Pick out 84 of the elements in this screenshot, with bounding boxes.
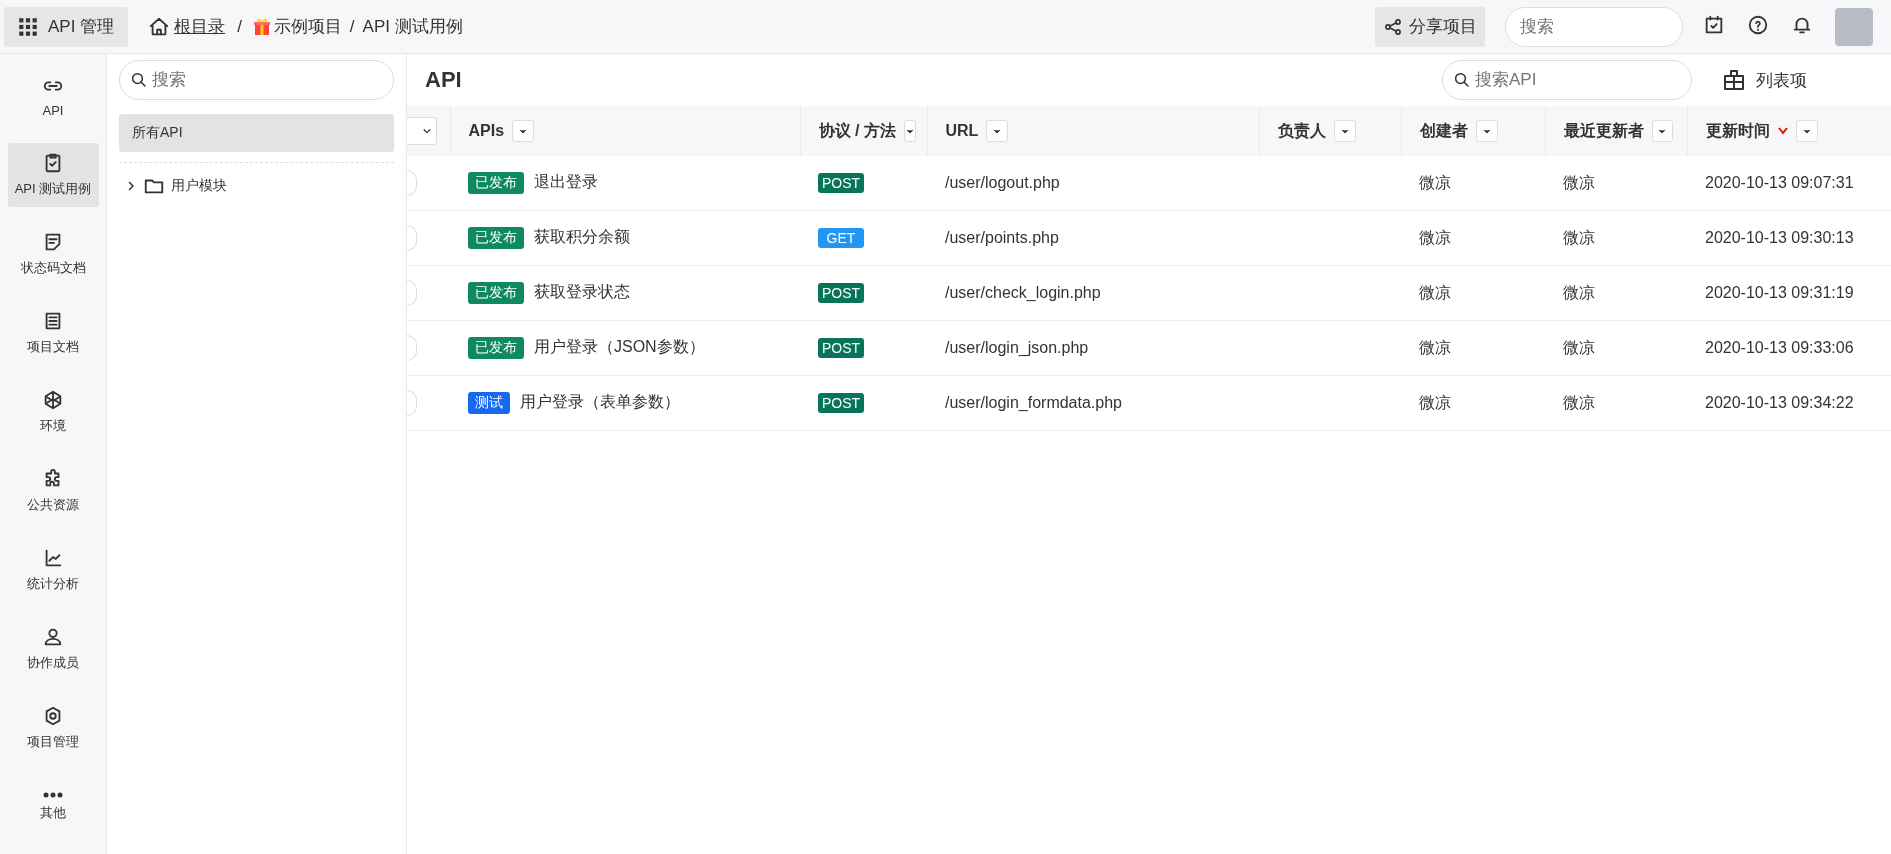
url-cell: /user/logout.php xyxy=(927,156,1259,211)
updater-cell: 微凉 xyxy=(1545,375,1687,431)
api-name-cell: 已发布 退出登录 xyxy=(450,156,800,211)
breadcrumb-separator: / xyxy=(349,16,355,37)
column-header[interactable]: URL xyxy=(927,106,1259,156)
method-tag: POST xyxy=(818,393,864,413)
tree-search-field[interactable]: 搜索 xyxy=(119,60,394,100)
updater-cell: 微凉 xyxy=(1545,210,1687,266)
column-header[interactable]: 负责人 xyxy=(1259,106,1401,156)
column-menu-button[interactable] xyxy=(1333,120,1356,142)
column-menu-button[interactable] xyxy=(512,120,535,142)
table-columns-icon xyxy=(1722,68,1746,92)
user-icon xyxy=(42,626,64,648)
url-cell: /user/points.php xyxy=(927,210,1259,266)
nav-item[interactable]: 项目文档 xyxy=(7,301,99,365)
updater-cell: 微凉 xyxy=(1545,265,1687,321)
updater-cell: 微凉 xyxy=(1545,156,1687,211)
nav-item[interactable]: 项目管理 xyxy=(7,696,99,760)
chevron-down-icon xyxy=(422,126,432,136)
api-name-cell: 已发布 获取登录状态 xyxy=(450,265,800,321)
grid-icon xyxy=(18,16,38,37)
help-icon xyxy=(1747,13,1769,36)
status-tag: 已发布 xyxy=(468,227,524,249)
status-tag: 已发布 xyxy=(468,172,524,194)
column-menu-button[interactable] xyxy=(1651,120,1673,142)
column-menu-button[interactable] xyxy=(903,120,916,142)
creator-cell: 微凉 xyxy=(1401,320,1545,376)
search-field[interactable]: 搜索 xyxy=(1505,6,1683,47)
column-header[interactable]: 创建者 xyxy=(1401,106,1545,156)
nav-item[interactable]: 协作成员 xyxy=(7,617,99,681)
share-button[interactable]: 分享项目 xyxy=(1375,6,1485,47)
more-icon xyxy=(43,792,63,798)
updated-time-cell: 2020-10-13 09:34:22 xyxy=(1687,375,1891,431)
url-cell: /user/check_login.php xyxy=(927,265,1259,321)
api-name-cell: 已发布 用户登录（JSON参数） xyxy=(450,320,800,376)
nav-item[interactable]: 公共资源 xyxy=(7,459,99,523)
column-header[interactable]: 更新时间 xyxy=(1687,106,1891,156)
method-tag: POST xyxy=(818,338,864,358)
column-header[interactable]: 最近更新者 xyxy=(1545,106,1687,156)
status-tag: 已发布 xyxy=(468,337,524,359)
app-menu-button[interactable]: API 管理 xyxy=(4,6,129,47)
calendar-check-icon xyxy=(1703,13,1725,36)
nav-item[interactable]: API xyxy=(7,64,99,128)
method-tag: POST xyxy=(818,173,864,193)
columns-button[interactable]: 列表项 xyxy=(1716,67,1813,93)
cube-icon xyxy=(42,389,64,411)
updated-time-cell: 2020-10-13 09:07:31 xyxy=(1687,156,1891,211)
tree-item[interactable]: 所有API xyxy=(119,114,394,152)
column-header[interactable]: APIs xyxy=(450,106,800,156)
api-name-cell: 测试 用户登录（表单参数） xyxy=(450,375,800,431)
column-menu-button[interactable] xyxy=(1795,120,1818,142)
nav-item[interactable]: API 测试用例 xyxy=(7,143,99,207)
breadcrumb-link[interactable]: 根目录 xyxy=(148,15,226,38)
url-cell: /user/login_json.php xyxy=(927,320,1259,376)
breadcrumb-link[interactable]: API 测试用例 xyxy=(362,15,463,38)
updated-time-cell: 2020-10-13 09:31:19 xyxy=(1687,265,1891,321)
column-menu-button[interactable] xyxy=(986,120,1009,142)
nav-item[interactable]: 状态码文档 xyxy=(7,222,99,286)
column-menu-button[interactable] xyxy=(1475,120,1498,142)
nav-item[interactable]: 统计分析 xyxy=(7,538,99,602)
method-tag: POST xyxy=(818,283,864,303)
nav-item[interactable]: 环境 xyxy=(7,380,99,444)
updated-time-cell: 2020-10-13 09:30:13 xyxy=(1687,210,1891,266)
api-search-field[interactable]: 搜索API xyxy=(1442,60,1692,100)
creator-cell: 微凉 xyxy=(1401,375,1545,431)
status-tag: 测试 xyxy=(468,392,510,414)
creator-cell: 微凉 xyxy=(1401,156,1545,211)
api-name-cell: 已发布 获取积分余额 xyxy=(450,210,800,266)
gift-icon xyxy=(253,17,270,36)
share-icon xyxy=(1383,16,1403,37)
method-tag: GET xyxy=(818,228,864,248)
breadcrumb-link[interactable]: 示例项目 xyxy=(253,15,342,38)
breadcrumb-separator: / xyxy=(237,16,242,37)
column-header[interactable]: 协议 / 方法 xyxy=(800,106,927,156)
creator-cell: 微凉 xyxy=(1401,210,1545,266)
tree-folder[interactable]: 用户模块 xyxy=(119,171,394,201)
page-title: API xyxy=(425,67,463,93)
updated-time-cell: 2020-10-13 09:33:06 xyxy=(1687,320,1891,376)
nav-item[interactable]: 其他 xyxy=(7,775,99,839)
creator-cell: 微凉 xyxy=(1401,265,1545,321)
updater-cell: 微凉 xyxy=(1545,320,1687,376)
home-icon xyxy=(148,15,171,38)
url-cell: /user/login_formdata.php xyxy=(927,375,1259,431)
status-tag: 已发布 xyxy=(468,282,524,304)
